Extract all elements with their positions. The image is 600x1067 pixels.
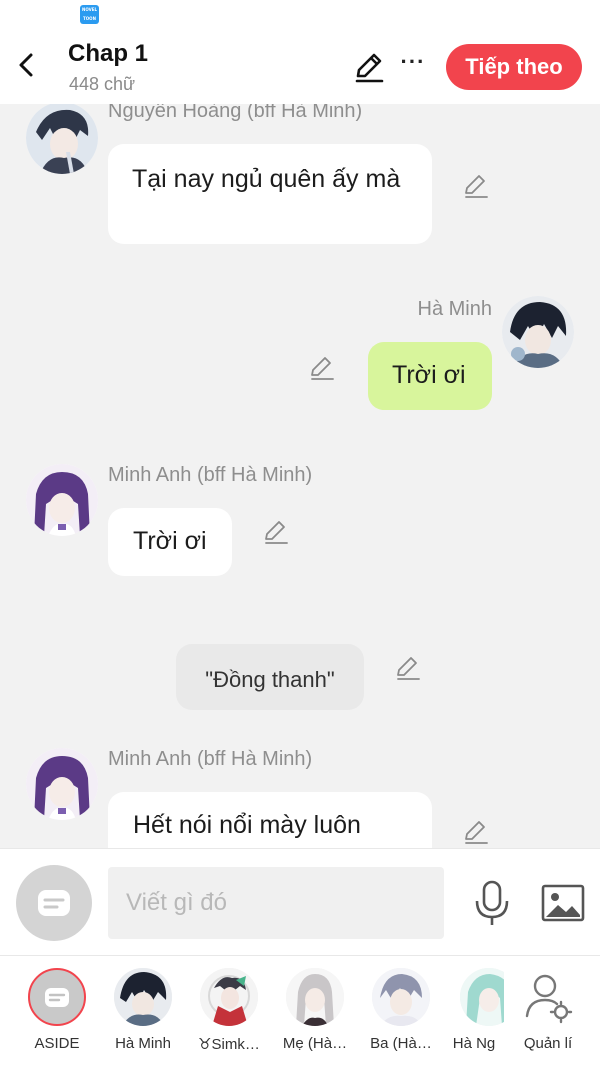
back-arrow-icon — [19, 53, 33, 77]
message-text: Hết nói nổi mày luôn — [133, 811, 361, 839]
chapter-title[interactable]: Chap 1 — [68, 40, 148, 68]
aside-mode-button[interactable] — [16, 865, 92, 941]
manage-characters-button[interactable]: Quản lí — [506, 968, 590, 1062]
character-ha-ng[interactable]: Hà Ng — [444, 968, 504, 1062]
character-name: Hà Minh — [115, 1035, 171, 1052]
pencil-icon — [265, 521, 288, 544]
speaker-name: Minh Anh (bff Hà Minh) — [108, 748, 313, 770]
character-name: ASIDE — [34, 1035, 80, 1052]
word-count: 448 chữ — [69, 74, 136, 94]
message-bubble[interactable]: Trời ơi — [108, 508, 232, 576]
status-bar: NOVEL TOON — [0, 0, 600, 28]
avatar[interactable] — [502, 296, 574, 368]
edit-message-button[interactable] — [394, 654, 422, 682]
image-button[interactable] — [540, 883, 586, 923]
edit-message-button[interactable] — [262, 518, 290, 546]
pencil-icon — [465, 175, 488, 198]
back-button[interactable] — [12, 50, 42, 80]
character-aside[interactable]: ASIDE — [14, 968, 100, 1062]
character-name: Quản lí — [523, 1035, 573, 1052]
message-input[interactable] — [108, 867, 444, 939]
character-name: ♉Simk… — [198, 1036, 260, 1053]
message-bubble[interactable]: Hết nói nổi mày luôn — [108, 792, 432, 848]
message-text: Trời ơi — [392, 361, 466, 389]
avatar — [200, 968, 258, 1026]
avatar[interactable] — [26, 104, 98, 174]
voice-button[interactable] — [472, 879, 512, 927]
avatar — [286, 968, 344, 1026]
composer-bar — [0, 848, 600, 956]
edit-message-button[interactable] — [462, 818, 490, 846]
app-notification-icon: NOVEL TOON — [80, 5, 99, 24]
chat-bubble-icon — [38, 890, 70, 916]
pencil-icon — [397, 657, 420, 680]
edit-message-button[interactable] — [308, 354, 336, 382]
more-icon: ··· — [400, 49, 426, 74]
chat-area[interactable]: Nguyên Hoàng (bff Hà Minh) Tại nay ngủ q… — [0, 104, 600, 848]
avatar[interactable] — [26, 464, 98, 536]
message-text: "Đồng thanh" — [205, 667, 335, 692]
top-bar: Chap 1 448 chữ ··· Tiếp theo — [0, 28, 600, 104]
speaker-name: Minh Anh (bff Hà Minh) — [108, 464, 313, 486]
speaker-name: Hà Minh — [417, 298, 492, 320]
avatar — [114, 968, 172, 1026]
pencil-icon — [465, 821, 488, 844]
character-ba[interactable]: Ba (Hà… — [358, 968, 444, 1062]
message-bubble[interactable]: Trời ơi — [368, 342, 492, 410]
message-text: Trời ơi — [133, 527, 207, 555]
user-settings-icon — [525, 974, 573, 1024]
character-ha-minh[interactable]: Hà Minh — [100, 968, 186, 1062]
message-bubble[interactable]: Tại nay ngủ quên ấy mà — [108, 144, 432, 244]
pencil-icon — [355, 53, 384, 83]
image-icon — [541, 884, 585, 922]
character-name: Ba (Hà… — [370, 1035, 432, 1052]
edit-message-button[interactable] — [462, 172, 490, 200]
character-bar: ASIDE Hà Minh ♉Simk… Mẹ (Hà… Ba (Hà… Hà … — [0, 956, 600, 1067]
avatar — [460, 968, 504, 1026]
microphone-icon — [475, 880, 509, 925]
character-simk[interactable]: ♉Simk… — [186, 968, 272, 1062]
message-text: Tại nay ngủ quên ấy mà — [132, 165, 401, 193]
character-name: Hà Ng — [452, 1035, 496, 1052]
pencil-icon — [311, 357, 334, 380]
chat-bubble-icon — [45, 988, 69, 1007]
edit-chapter-button[interactable] — [352, 50, 386, 84]
avatar — [372, 968, 430, 1026]
aside-bubble[interactable]: "Đồng thanh" — [176, 644, 364, 710]
speaker-name: Nguyên Hoàng (bff Hà Minh) — [108, 104, 363, 122]
avatar[interactable] — [26, 748, 98, 820]
next-button[interactable]: Tiếp theo — [446, 44, 582, 90]
character-name: Mẹ (Hà… — [282, 1035, 348, 1052]
more-options-button[interactable]: ··· — [398, 49, 428, 80]
character-me[interactable]: Mẹ (Hà… — [272, 968, 358, 1062]
